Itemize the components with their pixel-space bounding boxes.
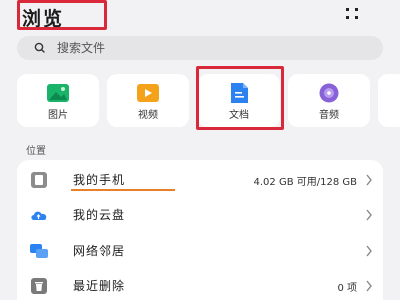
chevron-right-icon <box>366 209 372 221</box>
documents-highlight-box <box>196 66 284 130</box>
location-label: 我的云盘 <box>73 208 126 222</box>
category-images[interactable]: 图片 <box>17 74 99 127</box>
location-label: 网络邻居 <box>73 244 126 258</box>
locations-list: 我的手机 4.02 GB 可用/128 GB 我的云盘 网络邻居 最近删除 0 … <box>17 160 383 300</box>
storage-usage: 4.02 GB 可用/128 GB <box>253 177 357 188</box>
location-label: 我的手机 <box>73 173 126 187</box>
trash-icon <box>31 278 47 294</box>
deleted-count: 0 项 <box>337 283 357 294</box>
title-highlight-box <box>17 0 107 30</box>
category-label: 图片 <box>48 110 68 121</box>
location-label: 最近删除 <box>73 279 126 293</box>
category-label: 音频 <box>319 110 339 121</box>
category-more[interactable] <box>378 74 400 127</box>
more-options-button[interactable] <box>343 6 363 20</box>
active-underline <box>71 189 175 191</box>
search-input[interactable] <box>57 36 357 60</box>
category-audio[interactable]: 音频 <box>288 74 370 127</box>
phone-icon <box>31 172 47 188</box>
location-recently-deleted[interactable]: 最近删除 0 项 <box>17 268 383 300</box>
location-my-phone[interactable]: 我的手机 4.02 GB 可用/128 GB <box>17 162 383 198</box>
chevron-right-icon <box>366 280 372 292</box>
chevron-right-icon <box>366 245 372 257</box>
cloud-drive-icon <box>31 211 47 220</box>
category-label: 视频 <box>138 110 158 121</box>
more-dots-icon <box>346 8 358 19</box>
video-icon <box>137 84 159 102</box>
chevron-right-icon <box>366 174 372 186</box>
search-bar[interactable] <box>17 36 383 60</box>
audio-icon <box>319 83 339 103</box>
image-icon <box>47 84 69 102</box>
locations-section-label: 位置 <box>26 146 46 157</box>
category-videos[interactable]: 视频 <box>107 74 189 127</box>
location-network[interactable]: 网络邻居 <box>17 233 383 269</box>
location-my-cloud[interactable]: 我的云盘 <box>17 197 383 233</box>
header: 浏览 <box>0 0 400 36</box>
search-icon <box>34 42 45 53</box>
network-icon <box>30 244 48 258</box>
